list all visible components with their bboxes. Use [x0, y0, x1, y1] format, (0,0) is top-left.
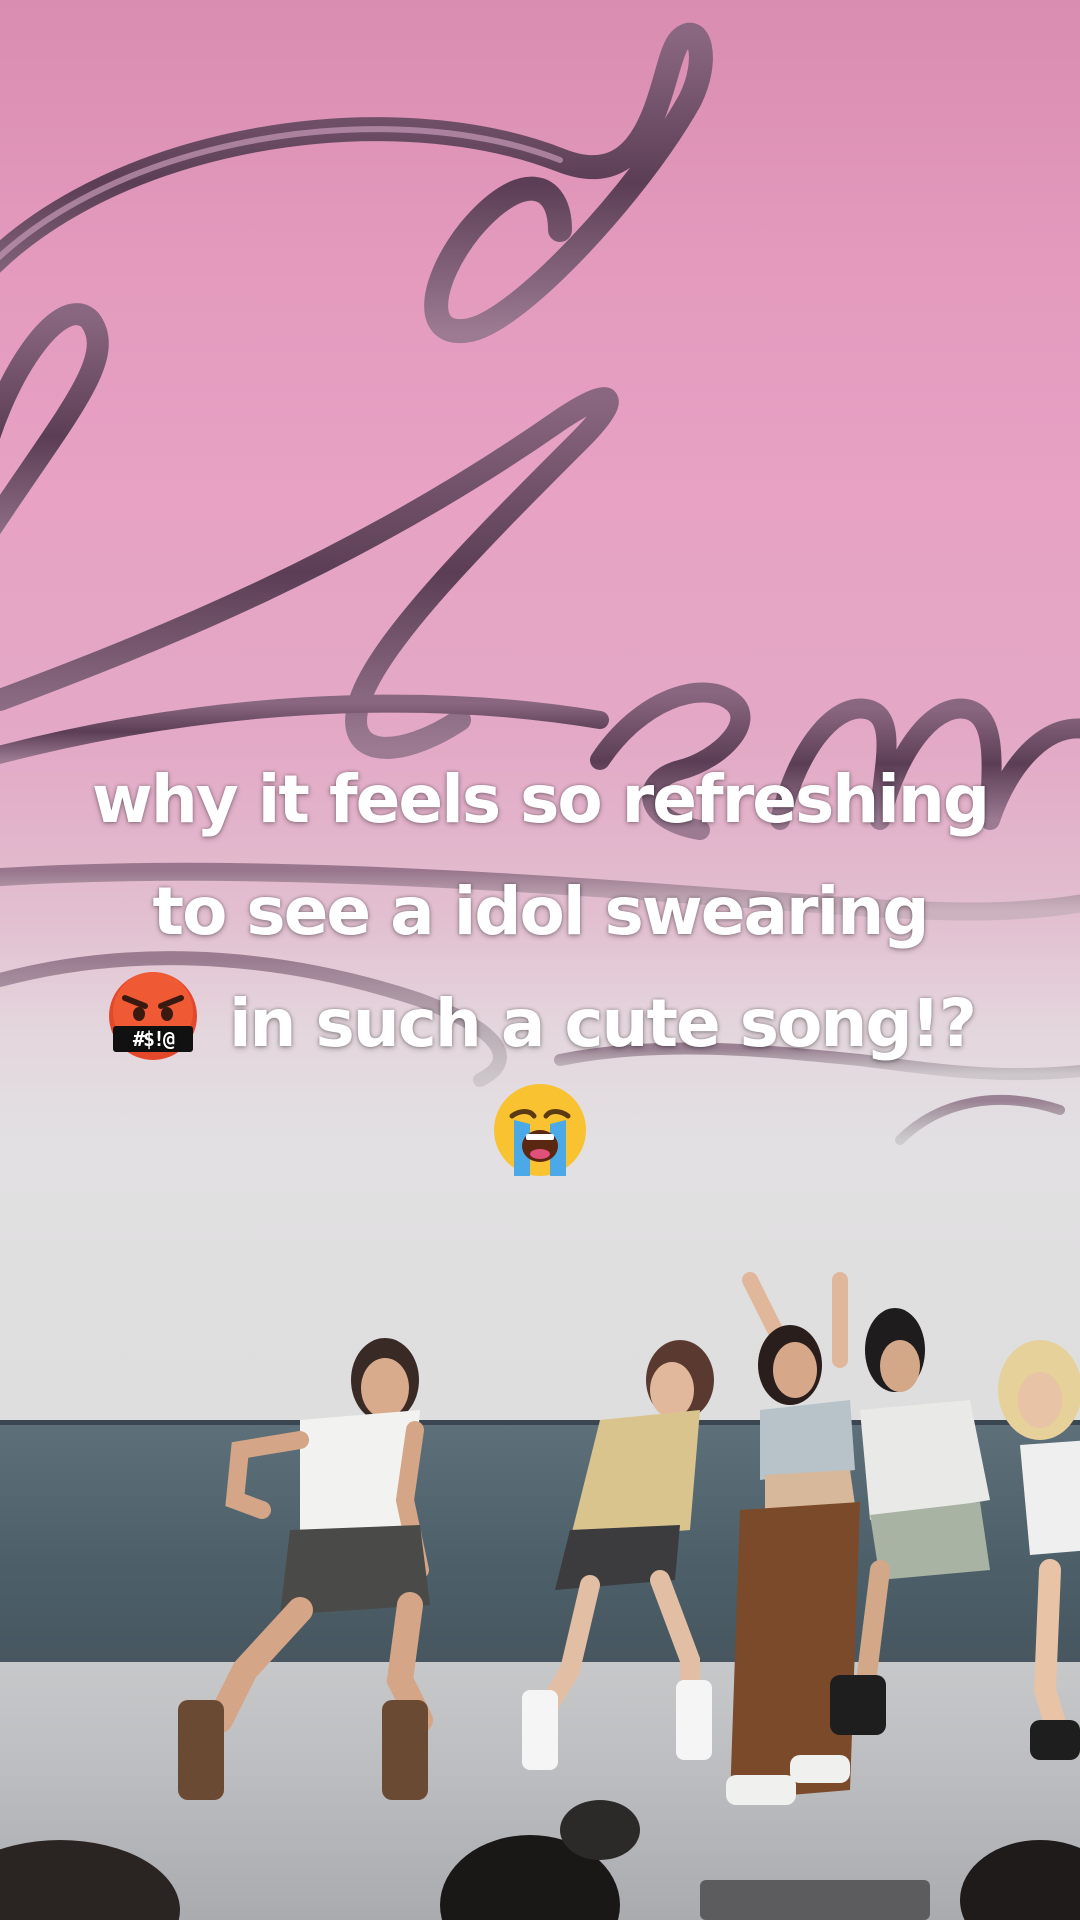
dancer-second [522, 1340, 714, 1770]
audience-foreground [0, 1800, 1080, 1920]
caption-line-4 [40, 1080, 1040, 1200]
dancer-left [178, 1338, 433, 1800]
video-frame[interactable]: why it feels so refreshing to see a idol… [0, 0, 1080, 1920]
dancers-group [178, 1272, 1080, 1805]
swear-symbols-text: #$!@ [133, 1027, 175, 1051]
face-with-symbols-on-mouth-icon: #$!@ [105, 968, 201, 1064]
video-caption: why it feels so refreshing to see a idol… [40, 744, 1040, 1200]
caption-line-1: why it feels so refreshing [91, 761, 990, 838]
caption-line-2: to see a idol swearing [152, 873, 930, 950]
caption-line-3-wrap: #$!@ in such a cute song!? [40, 968, 1040, 1080]
caption-line-3: in such a cute song!? [228, 985, 977, 1062]
dancer-right [998, 1340, 1080, 1760]
loudly-crying-face-icon [490, 1080, 590, 1180]
